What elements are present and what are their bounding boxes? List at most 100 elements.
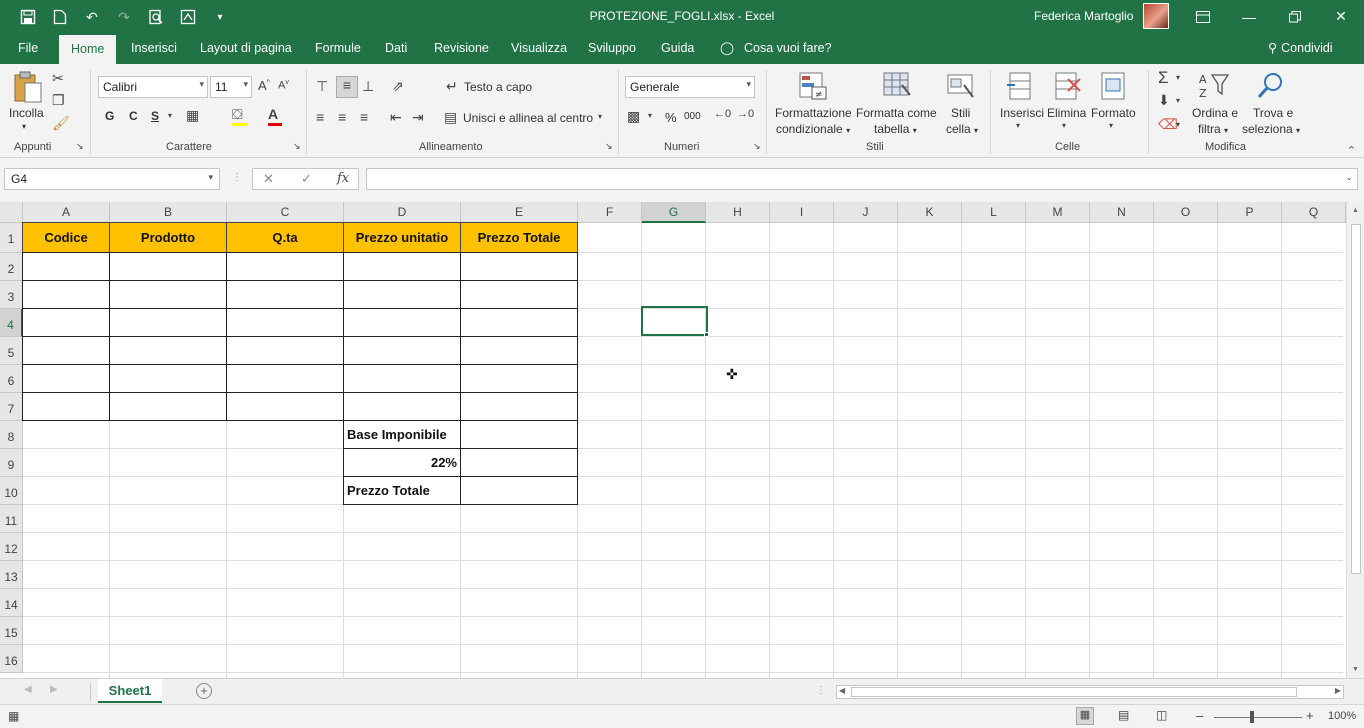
chevron-down-icon[interactable]: ▾ — [1062, 121, 1066, 130]
page-break-view-icon[interactable]: ◫ — [1156, 708, 1167, 722]
format-as-table-icon[interactable] — [882, 71, 914, 103]
cell-styles-label-2[interactable]: cella ▾ — [946, 122, 978, 136]
conditional-formatting-button[interactable]: Formattazione — [775, 106, 852, 120]
row-header-15[interactable]: 15 — [0, 617, 23, 645]
autosum-icon[interactable]: Σ — [1158, 68, 1169, 88]
table-cell[interactable] — [226, 308, 344, 337]
delete-cells-button[interactable]: Elimina — [1047, 106, 1086, 120]
column-header-k[interactable]: K — [898, 202, 962, 223]
table-cell[interactable] — [343, 280, 461, 309]
cell-styles-icon[interactable] — [946, 71, 978, 103]
table-cell[interactable] — [22, 252, 110, 281]
table-cell[interactable] — [460, 336, 578, 365]
column-header-i[interactable]: I — [770, 202, 834, 223]
row-header-16[interactable]: 16 — [0, 645, 23, 673]
comma-button[interactable]: 000 — [684, 111, 701, 122]
clear-dropdown-icon[interactable]: ▾ — [1176, 120, 1180, 129]
autosum-dropdown-icon[interactable]: ▾ — [1176, 73, 1180, 82]
zoom-slider[interactable] — [1214, 717, 1302, 718]
merge-center-button[interactable]: Unisci e allinea al centro — [463, 111, 593, 125]
column-header-b[interactable]: B — [110, 202, 227, 223]
fill-handle[interactable] — [704, 332, 709, 337]
page-layout-view-icon[interactable]: ▤ — [1118, 708, 1129, 722]
table-cell[interactable] — [226, 280, 344, 309]
format-cells-button[interactable]: Formato — [1091, 106, 1136, 120]
row-header-8[interactable]: 8 — [0, 421, 23, 449]
copy-icon[interactable]: ❐ — [52, 92, 65, 109]
zoom-level[interactable]: 100% — [1328, 710, 1356, 722]
column-header-q[interactable]: Q — [1282, 202, 1346, 223]
sheet-tab-sheet1[interactable]: Sheet1 — [98, 679, 162, 703]
tab-data[interactable]: Dati — [375, 33, 417, 64]
user-name[interactable]: Federica Martoglio — [1034, 9, 1133, 23]
column-header-h[interactable]: H — [706, 202, 770, 223]
fill-icon[interactable]: ⬇ — [1158, 92, 1170, 109]
tab-developer[interactable]: Sviluppo — [578, 33, 646, 64]
select-all-corner[interactable] — [0, 202, 23, 223]
find-select-button[interactable]: Trova e — [1253, 106, 1293, 120]
macro-record-icon[interactable]: ▦ — [8, 709, 19, 723]
tab-view[interactable]: Visualizza — [501, 33, 577, 64]
zoom-in-icon[interactable]: + — [1306, 708, 1314, 723]
next-sheet-icon[interactable]: ▶ — [50, 684, 58, 695]
zoom-out-icon[interactable]: – — [1196, 708, 1203, 723]
collapse-ribbon-icon[interactable]: ⌃ — [1347, 144, 1356, 157]
clear-icon[interactable]: ⌫ — [1158, 116, 1178, 133]
restore-icon[interactable] — [1272, 0, 1318, 33]
scroll-left-icon[interactable]: ◀ — [839, 686, 845, 695]
underline-button[interactable]: S — [151, 109, 159, 123]
table-cell[interactable] — [343, 336, 461, 365]
tab-insert[interactable]: Inserisci — [121, 33, 187, 64]
table-cell[interactable] — [109, 280, 227, 309]
table-cell[interactable] — [109, 364, 227, 393]
sort-filter-button[interactable]: Ordina e — [1192, 106, 1238, 120]
row-header-7[interactable]: 7 — [0, 393, 23, 421]
table-header-cell[interactable]: Prodotto — [109, 222, 227, 253]
chevron-down-icon[interactable]: ▾ — [1109, 121, 1113, 130]
shrink-font-icon[interactable]: Av — [278, 79, 289, 92]
row-header-10[interactable]: 10 — [0, 477, 23, 505]
scroll-down-icon[interactable]: ▼ — [1352, 666, 1359, 673]
insert-cells-icon[interactable] — [1006, 71, 1038, 103]
vat-rate-cell[interactable]: 22% — [343, 448, 461, 477]
clipboard-launcher-icon[interactable]: ↘ — [76, 141, 84, 152]
insert-function-button[interactable]: fx — [337, 171, 349, 186]
table-cell[interactable] — [460, 392, 578, 421]
format-painter-icon[interactable]: 🖌 — [52, 115, 70, 132]
tab-page-layout[interactable]: Layout di pagina — [190, 33, 302, 64]
table-cell[interactable] — [343, 308, 461, 337]
splitter-icon[interactable]: ⋮ — [232, 172, 242, 183]
column-header-c[interactable]: C — [227, 202, 344, 223]
borders-icon[interactable]: ▦ — [186, 107, 199, 124]
column-header-m[interactable]: M — [1026, 202, 1090, 223]
format-as-table-label-2[interactable]: tabella ▾ — [874, 122, 917, 136]
row-header-6[interactable]: 6 — [0, 365, 23, 393]
cell-styles-button[interactable]: Stili — [951, 106, 970, 120]
grow-font-icon[interactable]: A^ — [258, 78, 270, 93]
table-header-cell[interactable]: Prezzo Totale — [460, 222, 578, 253]
font-launcher-icon[interactable]: ↘ — [293, 141, 301, 152]
close-icon[interactable]: ✕ — [1318, 0, 1364, 33]
table-cell[interactable] — [343, 364, 461, 393]
table-cell[interactable] — [109, 252, 227, 281]
align-left-icon[interactable]: ≡ — [316, 109, 324, 125]
sort-filter-icon[interactable]: AZ — [1198, 71, 1230, 103]
add-sheet-icon[interactable]: + — [196, 683, 212, 699]
tab-review[interactable]: Revisione — [424, 33, 499, 64]
align-bottom-icon[interactable]: ⊥ — [362, 78, 374, 95]
orientation-icon[interactable]: ⇗ — [392, 78, 404, 95]
share-button[interactable]: ⚲ Condividi — [1268, 33, 1333, 64]
percent-button[interactable]: % — [665, 110, 677, 125]
formula-input[interactable]: ⌄ — [366, 168, 1358, 190]
table-header-cell[interactable]: Codice — [22, 222, 110, 253]
fill-dropdown-icon[interactable]: ▾ — [1176, 96, 1180, 105]
align-middle-icon[interactable]: ≡ — [336, 76, 358, 98]
table-cell[interactable] — [343, 252, 461, 281]
table-cell[interactable] — [22, 280, 110, 309]
horizontal-scroll-thumb[interactable] — [851, 687, 1297, 697]
table-cell[interactable] — [226, 252, 344, 281]
table-cell[interactable] — [109, 308, 227, 337]
format-as-table-button[interactable]: Formatta come — [856, 106, 937, 120]
table-cell[interactable] — [226, 392, 344, 421]
tell-me-search[interactable]: ◯ Cosa vuoi fare? — [720, 33, 832, 64]
